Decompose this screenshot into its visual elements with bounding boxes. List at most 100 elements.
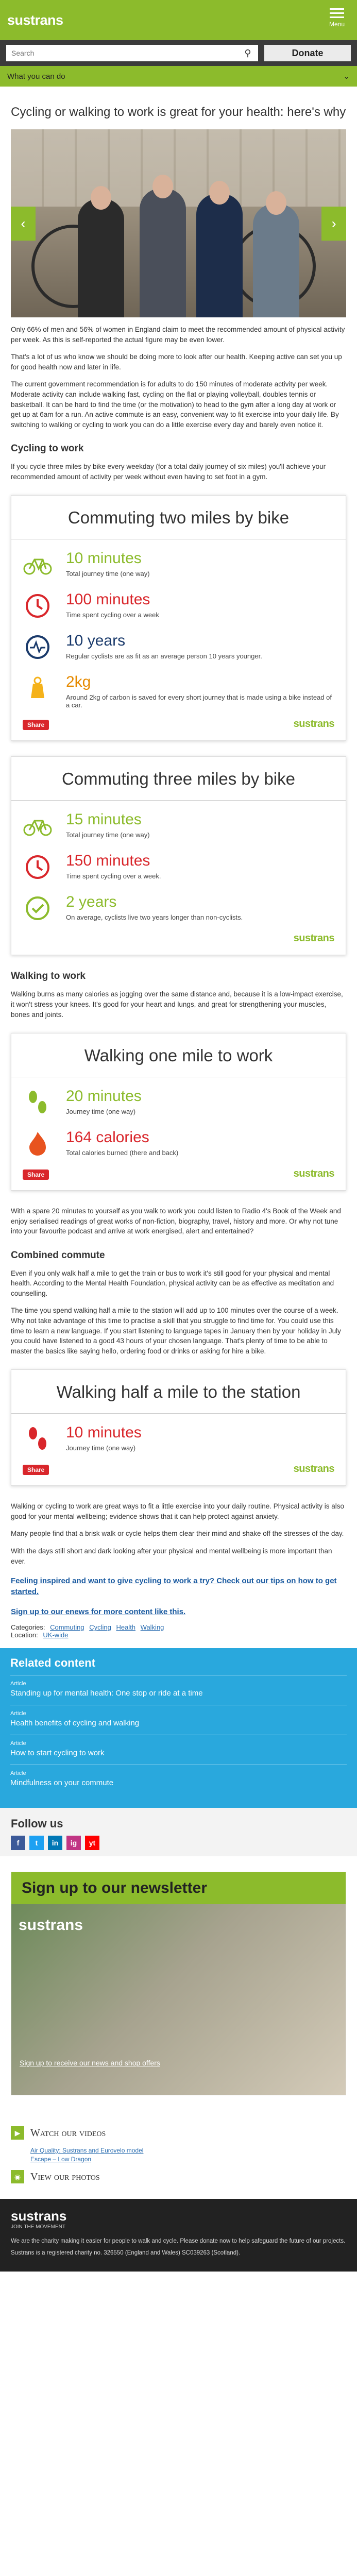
location-label: Location: bbox=[11, 1631, 38, 1639]
closing-paragraph: With the days still short and dark looki… bbox=[11, 1547, 332, 1565]
stat-value: 2 years bbox=[66, 893, 117, 911]
stat-desc: Time spent cycling over a week. bbox=[66, 872, 161, 880]
bike-icon bbox=[23, 811, 53, 841]
top-bar: sustrans Menu bbox=[0, 0, 357, 40]
related-link[interactable]: Standing up for mental health: One stop … bbox=[10, 1689, 347, 1698]
stat-row: 150 minutes Time spent cycling over a wee… bbox=[23, 852, 334, 882]
category-link[interactable]: Health bbox=[116, 1623, 135, 1631]
stat-value: 20 minutes bbox=[66, 1088, 142, 1105]
sustrans-logo[interactable]: sustrans bbox=[7, 12, 63, 28]
stat-row: 10 minutes Total journey time (one way) bbox=[23, 550, 334, 580]
stat-desc: Total journey time (one way) bbox=[66, 831, 150, 839]
related-link[interactable]: Mindfulness on your commute bbox=[10, 1778, 347, 1787]
stat-row: 15 minutes Total journey time (one way) bbox=[23, 811, 334, 841]
footer-text: We are the charity making it easier for … bbox=[11, 2238, 346, 2245]
youtube-icon[interactable]: yt bbox=[85, 1836, 99, 1851]
stat-row: 10 years Regular cyclists are as fit as a… bbox=[23, 632, 334, 662]
menu-label: Menu bbox=[329, 21, 345, 28]
stat-value: 150 minutes bbox=[66, 852, 150, 870]
sustrans-logo: sustrans bbox=[293, 1168, 335, 1180]
heart-check-icon bbox=[23, 893, 53, 923]
stat-row: 2kg Around 2kg of carbon is saved for eve… bbox=[23, 673, 334, 709]
related-heading: Related content bbox=[10, 1656, 96, 1670]
cycling-paragraph: If you cycle three miles by bike every w… bbox=[11, 463, 326, 481]
cycling-tips-link[interactable]: Feeling inspired and want to give cyclin… bbox=[11, 1575, 346, 1597]
share-button[interactable]: Share bbox=[23, 1465, 49, 1476]
share-button[interactable]: Share bbox=[23, 1170, 49, 1180]
category-link[interactable]: Walking bbox=[141, 1623, 164, 1631]
enews-signup-link[interactable]: Sign up to our enews for more content li… bbox=[11, 1606, 346, 1617]
related-link[interactable]: Health benefits of cycling and walking bbox=[10, 1719, 347, 1727]
related-item: Article Mindfulness on your commute bbox=[10, 1765, 347, 1794]
chevron-right-icon: › bbox=[331, 215, 336, 232]
footer-legal: Sustrans is a registered charity no. 326… bbox=[11, 2249, 241, 2256]
view-photos-row[interactable]: ◉ View our photos bbox=[11, 2170, 346, 2184]
location-link[interactable]: UK-wide bbox=[43, 1631, 68, 1639]
intro-paragraph: The current government recommendation is… bbox=[11, 380, 339, 429]
related-kind: Article bbox=[10, 1710, 26, 1717]
carousel-prev-button[interactable]: ‹ bbox=[11, 207, 36, 241]
categories: Categories: Commuting Cycling Health Wal… bbox=[11, 1623, 346, 1639]
stat-value: 100 minutes bbox=[66, 591, 150, 608]
stat-desc: Regular cyclists are as fit as an averag… bbox=[66, 652, 262, 660]
categories-label: Categories: bbox=[11, 1623, 45, 1632]
stats-card: Commuting two miles by bike 10 minutes To… bbox=[11, 495, 346, 741]
watch-videos-row[interactable]: ▶ Watch our videos bbox=[11, 2126, 346, 2140]
what-you-can-do-bar[interactable]: What you can do ⌄ bbox=[0, 66, 357, 87]
video-link[interactable]: Air Quality: Sustrans and Eurovelo model bbox=[30, 2147, 346, 2154]
video-link[interactable]: Escape – Low Dragon bbox=[30, 2156, 346, 2163]
walking-paragraph: Walking burns as many calories as joggin… bbox=[11, 990, 343, 1019]
stat-desc: Around 2kg of carbon is saved for every … bbox=[66, 693, 332, 709]
brand-tagline: JOIN THE MOVEMENT bbox=[11, 2224, 65, 2230]
view-photos-label: View our photos bbox=[30, 2171, 100, 2182]
hero-image: ‹ › bbox=[11, 129, 346, 318]
watch-videos-label: Watch our videos bbox=[30, 2127, 106, 2139]
stat-desc: On average, cyclists live two years long… bbox=[66, 913, 243, 922]
newsletter-image: sustrans Sign up to receive our news and… bbox=[11, 1904, 346, 2095]
chevron-left-icon: ‹ bbox=[21, 215, 26, 232]
search-icon[interactable]: ⚲ bbox=[237, 45, 258, 61]
sustrans-logo: sustrans bbox=[19, 1917, 83, 1934]
hamburger-icon bbox=[329, 8, 344, 18]
stat-value: 2kg bbox=[66, 673, 91, 691]
card-title: Walking one mile to work bbox=[11, 1033, 346, 1078]
sustrans-logo[interactable]: sustrans bbox=[11, 2208, 346, 2224]
stat-row: 10 minutes Journey time (one way) bbox=[23, 1424, 334, 1454]
menu-button[interactable]: Menu bbox=[329, 8, 345, 28]
category-link[interactable]: Cycling bbox=[89, 1623, 111, 1631]
stat-row: 2 years On average, cyclists live two yea… bbox=[23, 893, 334, 923]
related-item: Article Standing up for mental health: O… bbox=[10, 1675, 347, 1705]
related-link[interactable]: How to start cycling to work bbox=[10, 1749, 347, 1757]
carousel-next-button[interactable]: › bbox=[321, 207, 346, 241]
stats-card: Walking half a mile to the station 10 mi… bbox=[11, 1369, 346, 1486]
section-heading-combined: Combined commute bbox=[11, 1249, 105, 1261]
card-title: Walking half a mile to the station bbox=[11, 1370, 346, 1414]
twitter-icon[interactable]: t bbox=[29, 1836, 44, 1851]
site-footer: sustrans JOIN THE MOVEMENT We are the ch… bbox=[0, 2199, 357, 2272]
sustrans-logo: sustrans bbox=[293, 933, 335, 944]
stat-desc: Total journey time (one way) bbox=[66, 570, 150, 578]
search-row: ⚲ Donate bbox=[0, 40, 357, 66]
card-title: Commuting three miles by bike bbox=[11, 757, 346, 801]
related-kind: Article bbox=[10, 1740, 26, 1747]
combined-paragraph: The time you spend walking half a mile t… bbox=[11, 1307, 341, 1355]
social-links: f t in ig yt bbox=[11, 1836, 346, 1851]
newsletter-card: Sign up to our newsletter sustrans Sign … bbox=[11, 1872, 346, 2096]
newsletter-signup-link[interactable]: Sign up to receive our news and shop off… bbox=[20, 2059, 160, 2067]
facebook-icon[interactable]: f bbox=[11, 1836, 25, 1851]
stat-desc: Total calories burned (there and back) bbox=[66, 1149, 179, 1157]
share-button[interactable]: Share bbox=[23, 720, 49, 731]
stats-card: Walking one mile to work 20 minutes Journ… bbox=[11, 1033, 346, 1191]
linkedin-icon[interactable]: in bbox=[48, 1836, 62, 1851]
clock-icon bbox=[23, 852, 53, 882]
stat-value: 164 calories bbox=[66, 1129, 149, 1146]
sustrans-logo: sustrans bbox=[293, 718, 335, 730]
stat-desc: Time spent cycling over a week bbox=[66, 611, 159, 619]
search-input[interactable] bbox=[6, 45, 237, 61]
instagram-icon[interactable]: ig bbox=[66, 1836, 81, 1851]
donate-button[interactable]: Donate bbox=[264, 45, 351, 61]
category-link[interactable]: Commuting bbox=[50, 1623, 84, 1631]
stats-card: Commuting three miles by bike 15 minutes… bbox=[11, 756, 346, 956]
stat-row: 100 minutes Time spent cycling over a wee… bbox=[23, 591, 334, 621]
footprints-icon bbox=[23, 1424, 53, 1454]
